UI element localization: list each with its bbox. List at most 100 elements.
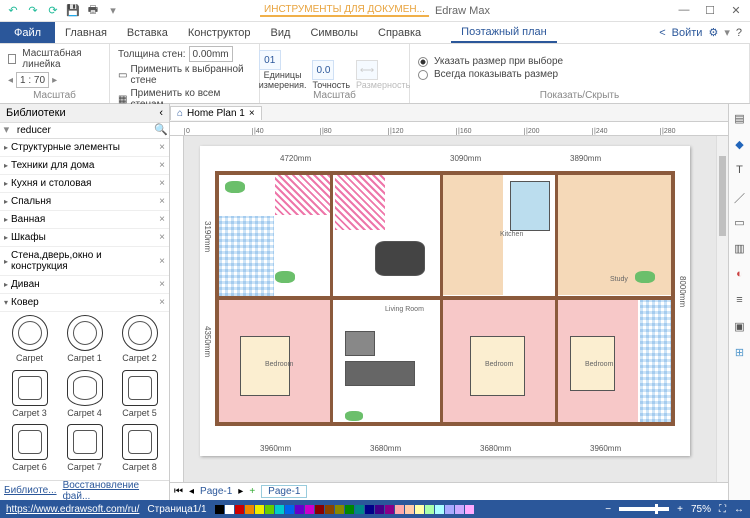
close-icon[interactable]: × bbox=[159, 142, 165, 153]
libcat-structural[interactable]: ▸Структурные элементы× bbox=[0, 139, 169, 157]
close-icon[interactable]: × bbox=[159, 196, 165, 207]
share-icon[interactable]: < bbox=[659, 27, 665, 39]
page-add[interactable]: + bbox=[249, 486, 255, 497]
qat-more-icon[interactable]: ▾ bbox=[106, 4, 120, 18]
redo-icon[interactable]: ↷ bbox=[26, 4, 40, 18]
close-icon[interactable]: × bbox=[159, 232, 165, 243]
fill-icon[interactable]: ◐ bbox=[733, 268, 747, 282]
shape-carpet5[interactable]: Carpet 5 bbox=[113, 370, 166, 423]
close-icon[interactable]: × bbox=[159, 178, 165, 189]
scale-stepper-down[interactable]: ◂ bbox=[8, 75, 13, 86]
fit-page-icon[interactable]: ⛶ bbox=[719, 504, 726, 515]
menu-help[interactable]: Справка bbox=[368, 22, 431, 43]
library-restore[interactable]: Восстановление фай... bbox=[63, 480, 165, 502]
dim-right: 8000mm bbox=[678, 276, 687, 307]
tab-close-icon[interactable]: × bbox=[249, 108, 255, 119]
ribbon-collapse-icon[interactable]: ▾ bbox=[724, 26, 730, 39]
drawing-paper[interactable]: 4720mm 3090mm 3890mm 3190mm 4350mm 8000m… bbox=[200, 146, 690, 456]
shape-carpet1[interactable]: Carpet 1 bbox=[58, 315, 111, 368]
units-button[interactable]: 01 bbox=[259, 50, 281, 70]
libcat-wardrobe[interactable]: ▸Шкафы× bbox=[0, 229, 169, 247]
align-icon[interactable]: ≡ bbox=[733, 294, 747, 308]
menu-constructor[interactable]: Конструктор bbox=[178, 22, 261, 43]
menu-symbols[interactable]: Символы bbox=[300, 22, 368, 43]
shape-carpet8[interactable]: Carpet 8 bbox=[113, 424, 166, 477]
apply-selected-button[interactable]: ▭Применить к выбранной стене bbox=[118, 64, 251, 86]
page-tab-1[interactable]: Page-1 bbox=[200, 486, 232, 497]
menu-home[interactable]: Главная bbox=[55, 22, 117, 43]
page-nav-next[interactable]: ▸ bbox=[238, 486, 243, 497]
page-bar: ⏮ ◂ Page-1 ▸ + Page-1 bbox=[170, 482, 728, 500]
save-icon[interactable]: 💾 bbox=[66, 4, 80, 18]
color-swatches[interactable] bbox=[215, 505, 598, 514]
maximize-icon[interactable]: ☐ bbox=[702, 4, 718, 17]
libcat-bath[interactable]: ▸Ванная× bbox=[0, 211, 169, 229]
shape-carpet3[interactable]: Carpet 3 bbox=[3, 370, 56, 423]
format-icon[interactable]: ◆ bbox=[733, 138, 747, 152]
precision-button[interactable]: 0.0 bbox=[312, 60, 334, 80]
refresh-icon[interactable]: ⟳ bbox=[46, 4, 60, 18]
props-icon[interactable]: ▤ bbox=[733, 112, 747, 126]
ribbon: Масштабная линейка ◂1 : 70▸ Масштаб Толщ… bbox=[0, 44, 750, 104]
scale-ruler-check[interactable] bbox=[8, 54, 16, 64]
search-icon[interactable]: 🔍 bbox=[153, 123, 169, 138]
search-dropdown-icon[interactable]: ▾ bbox=[0, 123, 13, 138]
scrollbar-vertical[interactable] bbox=[716, 136, 728, 482]
libcat-walls[interactable]: ▸Стена,дверь,окно и конструкция× bbox=[0, 247, 169, 276]
shape-carpet2[interactable]: Carpet 2 bbox=[113, 315, 166, 368]
close-icon[interactable]: × bbox=[159, 256, 165, 267]
scale-stepper-up[interactable]: ▸ bbox=[52, 75, 57, 86]
library-search-input[interactable] bbox=[13, 123, 153, 138]
page-nav-prev[interactable]: ◂ bbox=[189, 486, 194, 497]
wall-thickness-input[interactable]: 0.00mm bbox=[189, 46, 233, 62]
close-icon[interactable]: ✕ bbox=[728, 4, 744, 17]
text-icon[interactable]: T bbox=[733, 164, 747, 178]
label-kitchen: Kitchen bbox=[500, 231, 523, 238]
file-menu[interactable]: Файл bbox=[0, 22, 55, 43]
zoom-in-icon[interactable]: + bbox=[677, 504, 683, 515]
image-icon[interactable]: ▣ bbox=[733, 320, 747, 334]
zoom-out-icon[interactable]: − bbox=[605, 504, 611, 515]
library-close-icon[interactable]: ‹ bbox=[159, 107, 163, 119]
login-link[interactable]: Войти bbox=[672, 27, 703, 39]
close-icon[interactable]: × bbox=[159, 297, 165, 308]
close-icon[interactable]: × bbox=[159, 214, 165, 225]
page-nav-first[interactable]: ⏮ bbox=[174, 486, 183, 497]
page-icon[interactable]: ▭ bbox=[733, 216, 747, 230]
shape-carpet[interactable]: Carpet bbox=[3, 315, 56, 368]
page-tab-2[interactable]: Page-1 bbox=[261, 485, 307, 498]
status-url[interactable]: https://www.edrawsoft.com/ru/ bbox=[6, 504, 139, 515]
grid-icon[interactable]: ⊞ bbox=[733, 346, 747, 360]
libcat-appliances[interactable]: ▸Техники для дома× bbox=[0, 157, 169, 175]
canvas[interactable]: 4720mm 3090mm 3890mm 3190mm 4350mm 8000m… bbox=[170, 136, 728, 482]
libcat-kitchen[interactable]: ▸Кухня и столовая× bbox=[0, 175, 169, 193]
undo-icon[interactable]: ↶ bbox=[6, 4, 20, 18]
shape-carpet6[interactable]: Carpet 6 bbox=[3, 424, 56, 477]
app-name: Edraw Max bbox=[435, 5, 490, 17]
menu-view[interactable]: Вид bbox=[261, 22, 301, 43]
show-on-select-radio[interactable] bbox=[418, 57, 428, 67]
fit-width-icon[interactable]: ↔ bbox=[734, 504, 744, 515]
close-icon[interactable]: × bbox=[159, 160, 165, 171]
shape-carpet7[interactable]: Carpet 7 bbox=[58, 424, 111, 477]
libcat-sofa[interactable]: ▸Диван× bbox=[0, 276, 169, 294]
libcat-carpet[interactable]: ▾Ковер× bbox=[0, 294, 169, 312]
shape-carpet4[interactable]: Carpet 4 bbox=[58, 370, 111, 423]
menu-floorplan[interactable]: Поэтажный план bbox=[451, 22, 557, 43]
settings-icon[interactable]: ⚙ bbox=[708, 26, 718, 39]
menu-insert[interactable]: Вставка bbox=[117, 22, 178, 43]
scale-ratio-input[interactable]: 1 : 70 bbox=[16, 72, 49, 88]
right-panel: ▤ ◆ T ／ ▭ ▥ ◐ ≡ ▣ ⊞ bbox=[728, 104, 750, 500]
line-icon[interactable]: ／ bbox=[733, 190, 747, 204]
dim-left: 3190mm bbox=[203, 221, 212, 252]
libcat-bedroom[interactable]: ▸Спальня× bbox=[0, 193, 169, 211]
library-more[interactable]: Библиоте... bbox=[4, 485, 57, 496]
close-icon[interactable]: × bbox=[159, 279, 165, 290]
zoom-slider[interactable] bbox=[619, 507, 669, 511]
document-tab[interactable]: Home Plan 1× bbox=[170, 106, 262, 120]
layers-icon[interactable]: ▥ bbox=[733, 242, 747, 256]
help-icon[interactable]: ? bbox=[736, 27, 742, 39]
always-show-radio[interactable] bbox=[418, 70, 428, 80]
minimize-icon[interactable]: — bbox=[676, 4, 692, 17]
print-icon[interactable]: 🖶 bbox=[86, 4, 100, 18]
